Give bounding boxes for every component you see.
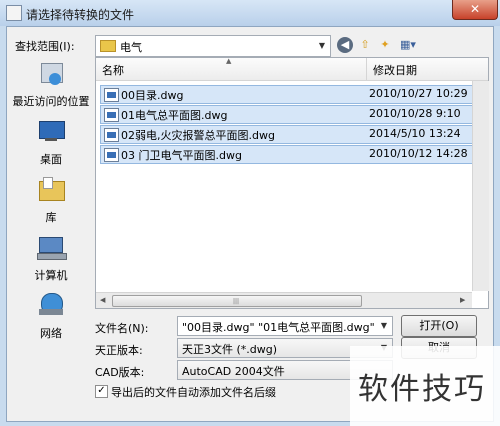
checkbox-label: 导出后的文件自动添加文件名后缀 xyxy=(111,386,276,399)
horizontal-scrollbar[interactable]: ◀ ||| ▶ xyxy=(96,292,472,308)
app-icon xyxy=(6,5,22,21)
place-label: 计算机 xyxy=(34,269,68,282)
open-button[interactable]: 打开(O) xyxy=(401,315,477,337)
file-date: 2010/10/27 10:29 xyxy=(369,87,468,100)
cadversion-value: AutoCAD 2004文件 xyxy=(182,365,285,378)
file-row[interactable]: 00目录.dwg 2010/10/27 10:29 xyxy=(100,85,486,104)
up-folder-icon[interactable]: ⇧ xyxy=(357,37,373,53)
watermark-text: 软件技巧 xyxy=(358,372,486,407)
dwg-file-icon xyxy=(104,148,119,162)
chevron-down-icon[interactable]: ▼ xyxy=(314,36,330,56)
libraries-icon xyxy=(35,175,67,203)
place-libraries[interactable]: 库 xyxy=(9,173,93,233)
dwg-file-icon xyxy=(104,128,119,142)
column-header-date[interactable]: 修改日期 xyxy=(367,58,488,80)
dwg-file-icon xyxy=(104,108,119,122)
scroll-grip-icon: ||| xyxy=(233,298,240,305)
file-row[interactable]: 01电气总平面图.dwg 2010/10/28 9:10 xyxy=(100,105,486,124)
lookin-value: 电气 xyxy=(120,41,142,54)
column-name-label: 名称 xyxy=(102,64,124,77)
sort-arrow-icon: ▲ xyxy=(226,57,232,65)
lookin-label: 查找范围(I): xyxy=(15,40,75,53)
places-bar: 最近访问的位置 桌面 库 计算机 网络 xyxy=(9,57,93,357)
scroll-thumb[interactable]: ||| xyxy=(112,295,362,307)
scroll-right-icon[interactable]: ▶ xyxy=(460,296,465,304)
chevron-down-icon[interactable]: ▼ xyxy=(376,317,392,335)
list-header: ▲ 名称 修改日期 xyxy=(96,57,488,81)
new-folder-icon[interactable]: ✦ xyxy=(377,37,393,53)
file-name: 02弱电,火灾报警总平面图.dwg xyxy=(121,129,275,142)
title-bar[interactable]: 请选择待转换的文件 ✕ xyxy=(0,0,500,26)
column-header-name[interactable]: ▲ 名称 xyxy=(96,57,367,80)
window-title: 请选择待转换的文件 xyxy=(26,8,135,22)
file-dialog-window: 请选择待转换的文件 ✕ 查找范围(I): 电气 ▼ ◀ ⇧ ✦ ▦▾ 最近访问的… xyxy=(0,0,500,426)
place-label: 网络 xyxy=(40,327,62,340)
dwg-file-icon xyxy=(104,88,119,102)
column-date-label: 修改日期 xyxy=(373,64,417,77)
file-list[interactable]: ▲ 名称 修改日期 00目录.dwg 2010/10/27 10:29 01电气… xyxy=(95,57,489,309)
tzversion-value: 天正3文件 (*.dwg) xyxy=(182,343,278,356)
computer-icon xyxy=(35,233,67,261)
place-label: 桌面 xyxy=(40,153,62,166)
place-label: 库 xyxy=(45,211,57,224)
close-button[interactable]: ✕ xyxy=(452,0,498,20)
file-name: 00目录.dwg xyxy=(121,89,184,102)
recent-places-icon xyxy=(35,59,67,87)
filename-input[interactable]: "00目录.dwg" "01电气总平面图.dwg" "02 ▼ xyxy=(177,316,393,336)
place-recent[interactable]: 最近访问的位置 xyxy=(9,57,93,117)
file-name: 03 门卫电气平面图.dwg xyxy=(121,149,242,162)
place-computer[interactable]: 计算机 xyxy=(9,231,93,291)
cadversion-label: CAD版本: xyxy=(95,366,145,379)
lookin-combo[interactable]: 电气 ▼ xyxy=(95,35,331,57)
file-name: 01电气总平面图.dwg xyxy=(121,109,228,122)
file-row[interactable]: 02弱电,火灾报警总平面图.dwg 2014/5/10 13:24 xyxy=(100,125,486,144)
file-date: 2010/10/12 14:28 xyxy=(369,147,468,160)
tzversion-label: 天正版本: xyxy=(95,344,143,357)
filename-value: "00目录.dwg" "01电气总平面图.dwg" "02 xyxy=(182,321,374,334)
place-label: 最近访问的位置 xyxy=(12,95,90,108)
file-row[interactable]: 03 门卫电气平面图.dwg 2010/10/12 14:28 xyxy=(100,145,486,164)
scroll-left-icon[interactable]: ◀ xyxy=(100,296,105,304)
file-date: 2010/10/28 9:10 xyxy=(369,107,461,120)
place-desktop[interactable]: 桌面 xyxy=(9,115,93,175)
network-icon xyxy=(35,291,67,319)
vertical-scrollbar[interactable] xyxy=(472,81,489,291)
filename-label: 文件名(N): xyxy=(95,322,149,335)
desktop-icon xyxy=(35,117,67,145)
place-network[interactable]: 网络 xyxy=(9,289,93,349)
file-date: 2014/5/10 13:24 xyxy=(369,127,461,140)
view-menu-icon[interactable]: ▦▾ xyxy=(397,37,419,53)
suffix-checkbox[interactable]: ✓ xyxy=(95,385,108,398)
back-icon[interactable]: ◀ xyxy=(337,37,353,53)
folder-icon xyxy=(100,40,116,52)
watermark: 软件技巧 xyxy=(350,346,500,426)
